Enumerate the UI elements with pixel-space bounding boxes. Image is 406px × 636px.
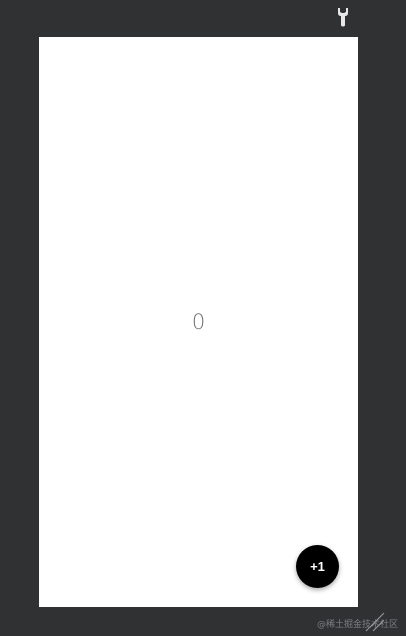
watermark: @稀土掘金技术社区 (316, 620, 398, 630)
increment-button[interactable]: +1 (296, 545, 339, 588)
app-screen: 0 +1 (39, 37, 358, 607)
wrench-icon[interactable] (334, 7, 352, 27)
counter-value: 0 (191, 310, 206, 334)
emulator-stage: 0 +1 @稀土掘金技术社区 (0, 0, 406, 636)
